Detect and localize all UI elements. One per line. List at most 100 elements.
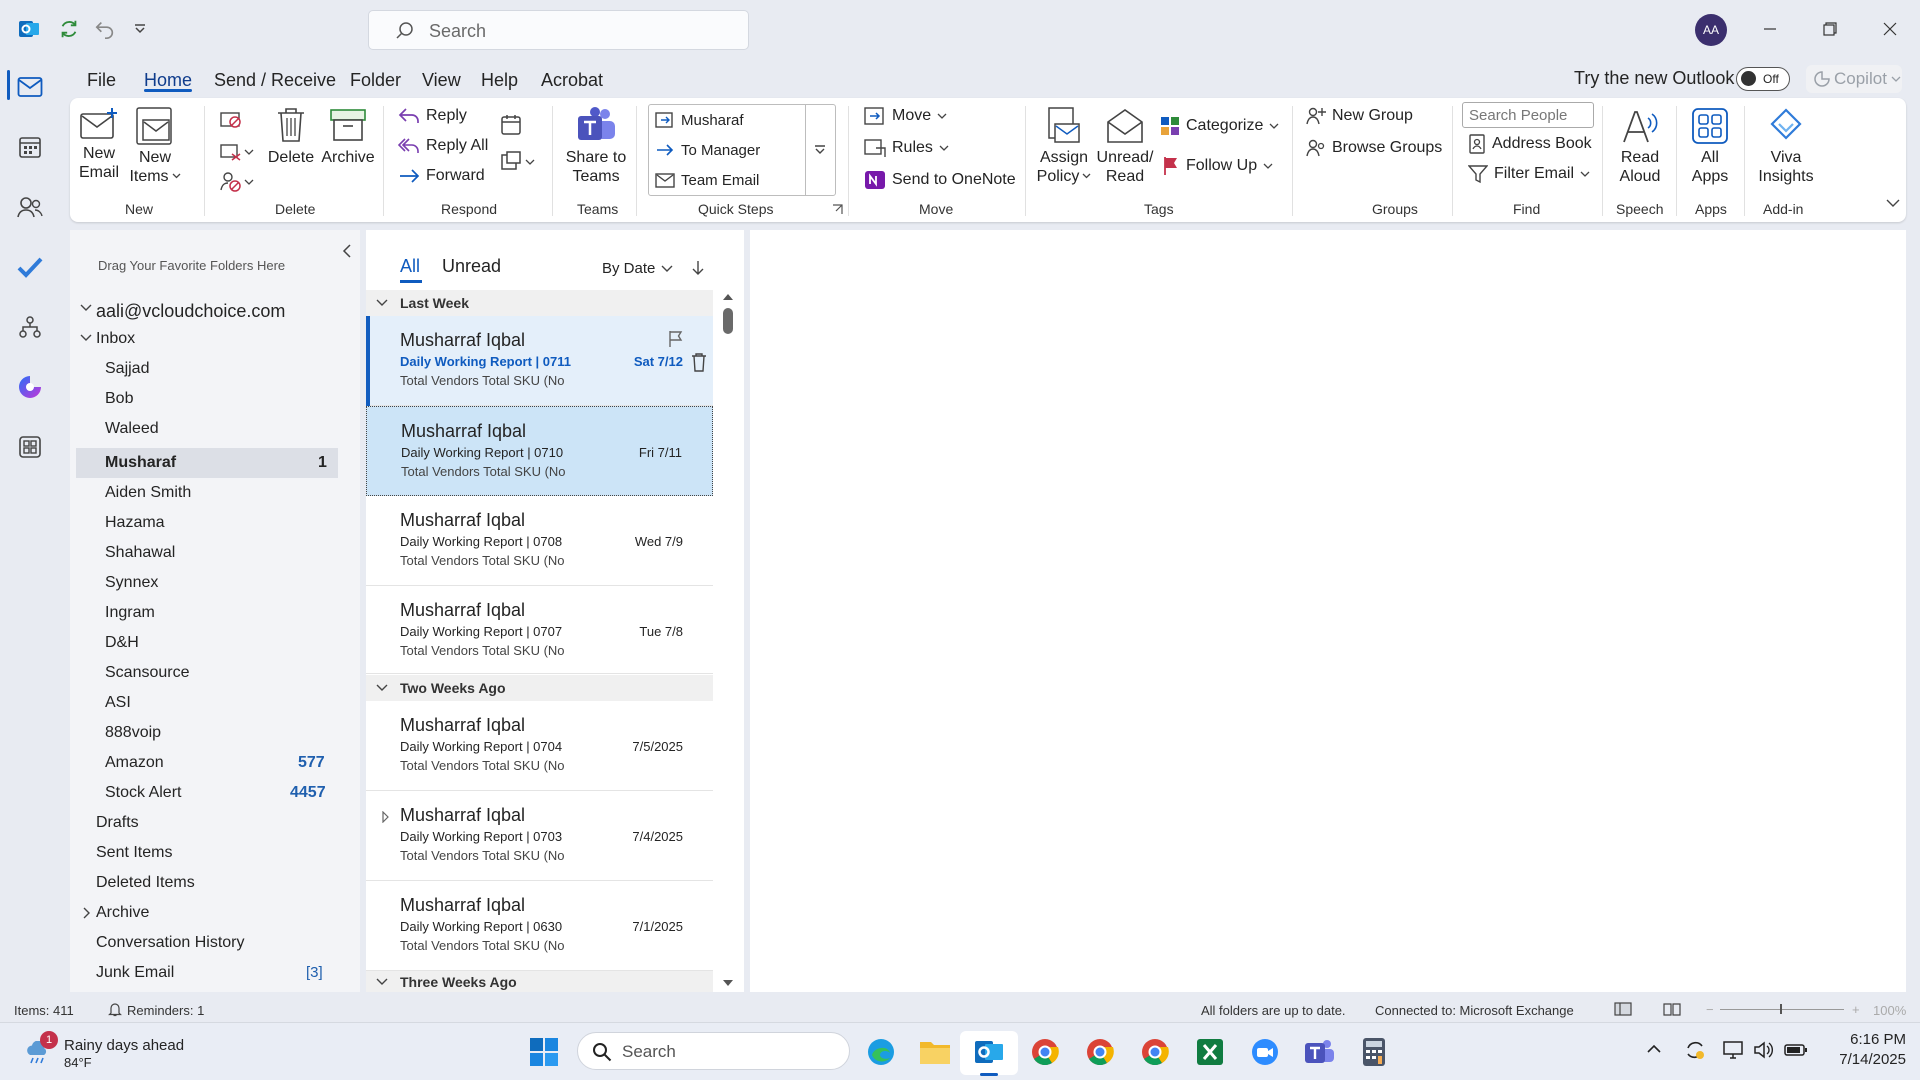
folder-sent-items[interactable]: Sent Items [96,844,172,862]
chrome-icon[interactable] [1028,1035,1062,1069]
folder-junk-email[interactable]: Junk Email [96,964,174,982]
folder-deleted-items[interactable]: Deleted Items [96,874,195,892]
chevron-down-icon[interactable] [80,332,92,344]
list-item[interactable]: Musharraf Iqbal Daily Working Report | 0… [366,316,713,406]
send-to-onenote-button[interactable]: Send to OneNote [864,170,1016,190]
tab-home[interactable]: Home [144,70,192,91]
new-items-button[interactable]: New Items [129,106,181,186]
folder-musharaf[interactable]: Musharaf [105,454,176,472]
ignore-icon[interactable] [218,108,242,130]
search-people-input[interactable]: Search People [1462,102,1594,128]
zoom-in-icon[interactable]: + [1852,1002,1860,1017]
new-outlook-toggle[interactable]: Off [1736,67,1790,91]
scroll-thumb[interactable] [723,308,733,334]
todo-icon[interactable] [13,250,47,284]
gallery-expand-icon[interactable] [813,143,827,157]
more-apps-icon[interactable] [13,430,47,464]
filter-email-button[interactable]: Filter Email [1468,164,1590,184]
taskbar-search-input[interactable]: Search [577,1032,850,1070]
folder-asi[interactable]: ASI [105,694,131,712]
folder-hazama[interactable]: Hazama [105,514,165,532]
folder-waleed[interactable]: Waleed [105,420,159,438]
chevron-up-icon[interactable] [1646,1043,1662,1055]
folder-amazon[interactable]: Amazon [105,754,164,772]
group-header-last-week[interactable]: Last Week [366,290,713,316]
delete-button[interactable]: Delete [266,106,316,167]
scroll-down-icon[interactable] [722,978,734,988]
folder-conversation-history[interactable]: Conversation History [96,934,245,952]
folder-archive[interactable]: Archive [96,904,149,922]
forward-button[interactable]: Forward [398,166,485,186]
read-aloud-button[interactable]: Read Aloud [1612,106,1668,186]
quick-step-musharaf[interactable]: Musharaf [655,111,744,129]
normal-view-icon[interactable] [1614,1000,1632,1018]
copilot-button[interactable]: Copilot [1806,65,1902,93]
unread-read-button[interactable]: Unread/ Read [1094,106,1156,186]
outlook-taskbar-icon[interactable] [972,1035,1006,1069]
browse-groups-button[interactable]: Browse Groups [1306,138,1442,158]
weather-widget[interactable]: 1 Rainy days ahead 84°F [20,1031,260,1071]
sort-by-date-button[interactable]: By Date [602,260,673,277]
group-header-three-weeks-ago[interactable]: Three Weeks Ago [366,971,713,992]
sync-tray-icon[interactable] [1684,1039,1706,1061]
folder-shahawal[interactable]: Shahawal [105,544,175,562]
junk-button[interactable] [218,170,254,192]
chevron-right-icon[interactable] [82,907,92,919]
folder-sajjad[interactable]: Sajjad [105,360,149,378]
folder-drafts[interactable]: Drafts [96,814,139,832]
dialog-launcher-icon[interactable] [832,204,843,215]
tab-file[interactable]: File [87,70,116,91]
filter-unread-tab[interactable]: Unread [442,256,501,277]
more-respond-button[interactable] [500,150,535,172]
file-explorer-icon[interactable] [918,1035,952,1069]
archive-button[interactable]: Archive [320,106,376,167]
reply-all-button[interactable]: Reply All [398,136,488,156]
new-email-button[interactable]: New Email [78,106,120,182]
edge-icon[interactable] [864,1035,898,1069]
reminders-count[interactable]: Reminders: 1 [127,1003,204,1018]
folder-bob[interactable]: Bob [105,390,133,408]
tab-view[interactable]: View [422,70,461,91]
chrome-profile-icon[interactable] [1083,1035,1117,1069]
flag-icon[interactable] [668,330,684,348]
sort-direction-icon[interactable] [692,260,704,276]
account-name[interactable]: aali@vcloudchoice.com [96,301,285,322]
folder-stock-alert[interactable]: Stock Alert [105,784,181,802]
org-chart-icon[interactable] [13,310,47,344]
new-group-button[interactable]: New Group [1306,106,1413,126]
clock[interactable]: 6:16 PM 7/14/2025 [1828,1031,1906,1068]
filter-all-tab[interactable]: All [400,256,420,277]
meeting-reply-icon[interactable] [500,114,522,136]
move-button[interactable]: Move [864,106,947,126]
reply-button[interactable]: Reply [398,106,467,126]
chevron-down-icon[interactable] [80,302,92,314]
volume-icon[interactable] [1752,1039,1774,1061]
folder-scansource[interactable]: Scansource [105,664,190,682]
folder-inbox[interactable]: Inbox [96,330,135,348]
delete-icon[interactable] [691,352,707,372]
tab-help[interactable]: Help [481,70,518,91]
zoom-app-icon[interactable] [1248,1035,1282,1069]
folder-synnex[interactable]: Synnex [105,574,158,592]
expand-thread-icon[interactable] [382,811,390,823]
list-item[interactable]: Musharraf Iqbal Daily Working Report | 0… [366,496,713,586]
list-item[interactable]: Musharraf Iqbal Daily Working Report | 0… [366,586,713,674]
zoom-out-icon[interactable]: − [1706,1002,1714,1017]
all-apps-button[interactable]: All Apps [1686,106,1734,186]
quick-step-team-email[interactable]: Team Email [655,171,759,189]
reading-view-icon[interactable] [1663,1000,1681,1018]
scroll-up-icon[interactable] [722,292,734,302]
copilot-app-icon[interactable] [13,370,47,404]
people-icon[interactable] [13,190,47,224]
collapse-pane-icon[interactable] [342,244,352,258]
rules-button[interactable]: Rules [864,138,949,158]
network-icon[interactable] [1722,1039,1744,1061]
excel-icon[interactable] [1193,1035,1227,1069]
list-item[interactable]: Musharraf Iqbal Daily Working Report | 0… [366,701,713,791]
follow-up-button[interactable]: Follow Up [1162,156,1273,176]
message-list-scrollbar[interactable] [720,292,736,992]
tab-folder[interactable]: Folder [350,70,401,91]
zoom-slider-thumb[interactable] [1780,1004,1782,1014]
list-item[interactable]: Musharraf Iqbal Daily Working Report | 0… [366,406,713,496]
folder-dandh[interactable]: D&H [105,634,139,652]
